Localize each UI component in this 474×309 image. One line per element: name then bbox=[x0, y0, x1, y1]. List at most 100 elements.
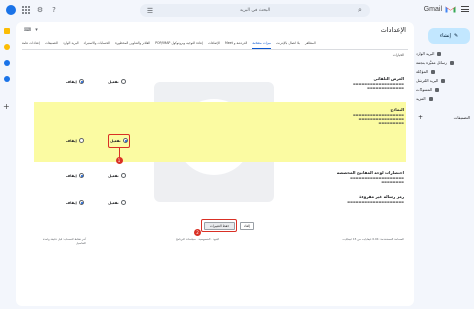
settings-tabs: إعدادات عامة التصنيفات البريد الوارد الح… bbox=[22, 41, 408, 50]
send-icon bbox=[441, 78, 446, 83]
tab-chat-meet[interactable]: الدردشة و Meet bbox=[225, 41, 247, 49]
sidebar-item-label: المؤجّلة bbox=[416, 69, 429, 74]
apps-grid-icon[interactable] bbox=[22, 6, 30, 14]
section-desc-auto-advance: ▬▬▬▬▬▬▬▬▬▬▬▬▬▬▬▬▬▬ ▬▬▬▬▬▬▬▬▬▬▬▬▬ bbox=[352, 82, 404, 91]
option-label: إيقاف bbox=[66, 138, 77, 143]
option-label: تفعيل bbox=[108, 173, 119, 178]
details-link[interactable]: التفاصيل bbox=[76, 241, 86, 245]
templates-disable[interactable]: إيقاف bbox=[66, 138, 84, 143]
tab-addons[interactable]: الإضافات bbox=[208, 41, 220, 49]
keyboard-icon[interactable]: ⌨ bbox=[24, 27, 31, 33]
sidebar-item-label: المزيد bbox=[416, 96, 426, 101]
sidebar-item-label: البريد الوارد bbox=[416, 51, 435, 56]
search-options-icon[interactable]: ☰ bbox=[146, 7, 154, 15]
compose-label: إنشاء bbox=[439, 33, 451, 39]
add-app-icon[interactable]: + bbox=[3, 102, 10, 111]
section-title-auto-advance: العرض التلقائي bbox=[373, 76, 404, 81]
help-icon[interactable]: ? bbox=[50, 6, 58, 14]
tab-filters[interactable]: الفلاتر والعناوين المحظورة bbox=[115, 41, 150, 49]
sidebar: إنشاء ✎ البريد الوارد رسائل مميَّزة بنجم… bbox=[416, 22, 474, 309]
calendar-app-icon[interactable] bbox=[4, 28, 10, 34]
annotation-box-save bbox=[201, 219, 237, 232]
inbox-icon bbox=[437, 51, 442, 56]
contacts-app-icon[interactable] bbox=[4, 76, 10, 82]
radio-button[interactable] bbox=[78, 79, 84, 84]
tab-forwarding[interactable]: إعادة التوجيه وبروتوكول POP/IMAP bbox=[155, 41, 203, 49]
avatar[interactable] bbox=[6, 5, 16, 15]
unread-icon-disable[interactable]: إيقاف bbox=[66, 200, 84, 205]
page-title: الإعدادات bbox=[380, 26, 406, 34]
keep-app-icon[interactable] bbox=[4, 44, 10, 50]
tab-inbox[interactable]: البريد الوارد bbox=[63, 41, 79, 49]
gmail-wordmark: Gmail bbox=[423, 5, 442, 13]
sidebar-item-starred[interactable]: رسائل مميَّزة بنجمة bbox=[416, 58, 474, 67]
section-desc-unread-icon: ▬▬▬▬▬▬▬▬▬▬▬▬▬▬▬▬▬▬▬▬ bbox=[347, 200, 404, 204]
gmail-logo[interactable]: Gmail bbox=[424, 5, 456, 13]
section-title-unread-icon: رمز رسالة غير مقروءة bbox=[359, 194, 404, 199]
sidebar-item-drafts[interactable]: المسودّات bbox=[416, 85, 474, 94]
tab-offline[interactable]: بلا اتصال بالإنترنت bbox=[276, 41, 300, 49]
radio-button[interactable] bbox=[120, 200, 126, 205]
option-label: إيقاف bbox=[66, 79, 77, 84]
radio-button[interactable] bbox=[78, 200, 84, 205]
footer-links[interactable]: البنود · الخصوصية · سياسات البرنامج bbox=[176, 237, 219, 241]
sidebar-item-label: المسودّات bbox=[416, 87, 433, 92]
sidebar-item-label: رسائل مميَّزة بنجمة bbox=[416, 60, 447, 65]
search-bar[interactable]: ☰ البحث في البريد ⌕ bbox=[140, 4, 370, 17]
unread-icon-enable[interactable]: تفعيل bbox=[108, 200, 126, 205]
tab-themes[interactable]: المظاهر bbox=[305, 41, 316, 49]
sidebar-item-inbox[interactable]: البريد الوارد bbox=[416, 49, 474, 58]
option-label: تفعيل bbox=[108, 79, 119, 84]
shortcuts-enable[interactable]: تفعيل bbox=[108, 173, 126, 178]
step-badge-1: 1 bbox=[115, 157, 123, 164]
sidebar-item-more[interactable]: المزيد bbox=[416, 94, 474, 103]
section-title-shortcuts: اختصارات لوحة المفاتيح المخصصة bbox=[336, 170, 404, 175]
gmail-m-icon bbox=[445, 6, 456, 13]
tab-labels[interactable]: التصنيفات bbox=[45, 41, 58, 49]
step-badge-2: 2 bbox=[194, 229, 201, 236]
tab-general[interactable]: إعدادات عامة bbox=[22, 41, 40, 49]
cancel-button[interactable]: إلغاء bbox=[240, 221, 254, 230]
pencil-icon: ✎ bbox=[453, 33, 459, 39]
labels-header: التصنيفات + bbox=[418, 114, 470, 121]
templates-highlight bbox=[34, 102, 406, 162]
tab-advanced[interactable]: ميزات متقدّمة bbox=[252, 41, 272, 49]
sidebar-item-sent[interactable]: البريد المُرسَل bbox=[416, 76, 474, 85]
settings-panel: الإعدادات ⌨ ▾ إعدادات عامة التصنيفات الب… bbox=[16, 22, 414, 306]
labels-title: التصنيفات bbox=[453, 115, 470, 120]
radio-button[interactable] bbox=[120, 173, 126, 178]
tasks-app-icon[interactable] bbox=[4, 60, 10, 66]
option-label: إيقاف bbox=[66, 200, 77, 205]
search-placeholder: البحث في البريد bbox=[239, 8, 271, 13]
sidebar-item-snoozed[interactable]: المؤجّلة bbox=[416, 67, 474, 76]
add-label-icon[interactable]: + bbox=[418, 114, 423, 121]
auto-advance-disable[interactable]: إيقاف bbox=[66, 79, 84, 84]
sidebar-item-label: البريد المُرسَل bbox=[416, 78, 439, 83]
tab-accounts[interactable]: الحسابات والاستيراد bbox=[84, 41, 111, 49]
option-label: تفعيل bbox=[108, 200, 119, 205]
options-link[interactable]: الخيارات bbox=[393, 53, 404, 57]
compose-button[interactable]: إنشاء ✎ bbox=[428, 28, 470, 44]
radio-button[interactable] bbox=[78, 173, 84, 178]
account-activity: آخر نشاط للحساب: قبل دقيقة واحدة التفاصي… bbox=[26, 237, 86, 245]
star-icon bbox=[449, 60, 454, 65]
auto-advance-enable[interactable]: تفعيل bbox=[108, 79, 126, 84]
header-actions: ⚙ ? bbox=[6, 5, 58, 15]
top-header: ⚙ ? ☰ البحث في البريد ⌕ Gmail bbox=[0, 0, 474, 22]
section-desc-templates: ▬▬▬▬▬▬▬▬▬▬▬▬▬▬▬▬▬▬ ▬▬▬▬▬▬▬▬▬▬▬▬▬▬▬▬ ▬▬▬▬▬▬… bbox=[352, 113, 404, 126]
search-icon[interactable]: ⌕ bbox=[356, 6, 364, 15]
title-controls: ⌨ ▾ bbox=[24, 27, 38, 33]
radio-button[interactable] bbox=[120, 79, 126, 84]
section-title-templates: النماذج bbox=[390, 107, 404, 112]
chevron-down-icon[interactable]: ▾ bbox=[35, 27, 38, 33]
shortcuts-disable[interactable]: إيقاف bbox=[66, 173, 84, 178]
radio-button[interactable] bbox=[78, 138, 84, 143]
gear-icon[interactable]: ⚙ bbox=[36, 6, 44, 14]
option-label: إيقاف bbox=[66, 173, 77, 178]
chevron-down-icon bbox=[428, 96, 433, 101]
nav-list: البريد الوارد رسائل مميَّزة بنجمة المؤجّ… bbox=[416, 49, 474, 103]
section-desc-shortcuts: ▬▬▬▬▬▬▬▬▬▬▬▬▬▬▬▬▬▬▬ ▬▬▬▬▬▬▬▬ bbox=[350, 176, 404, 185]
storage-usage: المساحة المستخدمة: 0.04 غيغابايت من 15 غ… bbox=[342, 237, 404, 241]
clock-icon bbox=[431, 69, 436, 74]
main-menu-icon[interactable] bbox=[461, 6, 469, 12]
